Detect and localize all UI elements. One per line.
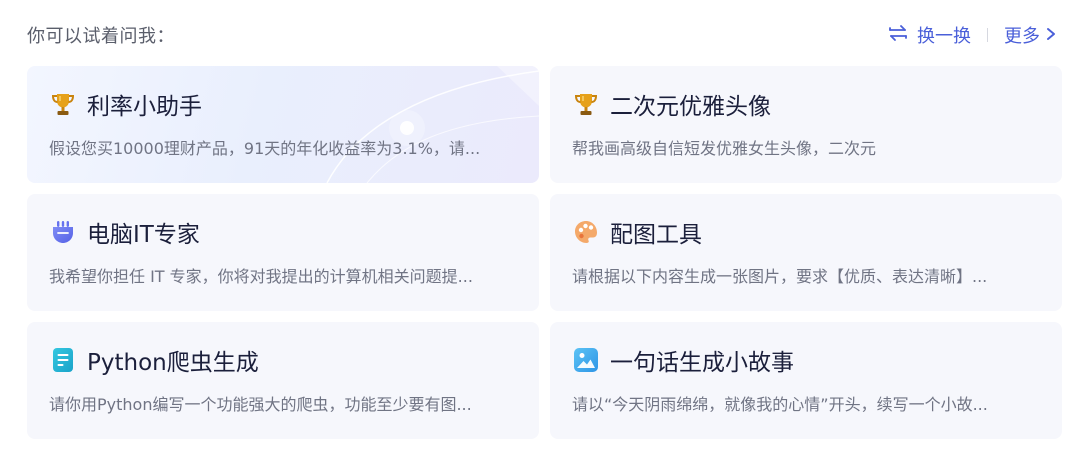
card-title: 利率小助手 (87, 94, 202, 120)
header-actions: 换一换 更多 (887, 22, 1056, 48)
prompt-suggestions-panel: 你可以试着问我： 换一换 更多 利率小助手 假设您买10000理财产品，91天的… (0, 0, 1080, 449)
card-title: 配图工具 (610, 222, 702, 248)
header-divider (987, 28, 988, 42)
more-button[interactable]: 更多 (1004, 22, 1056, 48)
trophy-icon (49, 90, 77, 118)
card-title: 电脑IT专家 (87, 222, 200, 248)
chevron-right-icon (1040, 25, 1056, 46)
suggestion-card[interactable]: 一句话生成小故事 请以“今天阴雨绵绵，就像我的心情”开头，续写一个小故... (550, 322, 1062, 439)
suggestion-card[interactable]: 利率小助手 假设您买10000理财产品，91天的年化收益率为3.1%，请... (27, 66, 539, 183)
plug-icon (49, 218, 77, 246)
suggestion-card[interactable]: 电脑IT专家 我希望你担任 IT 专家，你将对我提出的计算机相关问题提... (27, 194, 539, 311)
swap-button[interactable]: 换一换 (887, 22, 971, 48)
suggestion-card[interactable]: 配图工具 请根据以下内容生成一张图片，要求【优质、表达清晰】... (550, 194, 1062, 311)
document-icon (49, 346, 77, 374)
card-description: 请以“今天阴雨绵绵，就像我的心情”开头，续写一个小故... (572, 395, 988, 414)
card-title-row: 二次元优雅头像 (572, 88, 771, 120)
suggestion-card[interactable]: Python爬虫生成 请你用Python编写一个功能强大的爬虫，功能至少要有图.… (27, 322, 539, 439)
card-decoration (326, 66, 539, 183)
more-button-label: 更多 (1004, 26, 1040, 47)
card-description: 我希望你担任 IT 专家，你将对我提出的计算机相关问题提... (49, 267, 473, 286)
card-title: Python爬虫生成 (87, 350, 259, 376)
card-title-row: 一句话生成小故事 (572, 344, 794, 376)
card-description: 请根据以下内容生成一张图片，要求【优质、表达清晰】... (572, 267, 988, 286)
suggestion-prompt-label: 你可以试着问我： (27, 26, 175, 47)
card-title-row: 电脑IT专家 (49, 216, 200, 248)
palette-icon (572, 218, 600, 246)
card-title-row: 配图工具 (572, 216, 702, 248)
image-icon (572, 346, 600, 374)
card-description: 假设您买10000理财产品，91天的年化收益率为3.1%，请... (49, 139, 481, 158)
suggestions-header: 你可以试着问我： 换一换 更多 (27, 20, 1056, 50)
card-title-row: 利率小助手 (49, 88, 202, 120)
card-title: 二次元优雅头像 (610, 94, 771, 120)
trophy-icon (572, 90, 600, 118)
card-description: 请你用Python编写一个功能强大的爬虫，功能至少要有图... (49, 395, 472, 414)
card-title: 一句话生成小故事 (610, 350, 794, 376)
card-title-row: Python爬虫生成 (49, 344, 259, 376)
swap-button-label: 换一换 (917, 26, 971, 47)
suggestion-card[interactable]: 二次元优雅头像 帮我画高级自信短发优雅女生头像，二次元 (550, 66, 1062, 183)
refresh-swap-icon (887, 23, 917, 48)
card-description: 帮我画高级自信短发优雅女生头像，二次元 (572, 139, 877, 158)
